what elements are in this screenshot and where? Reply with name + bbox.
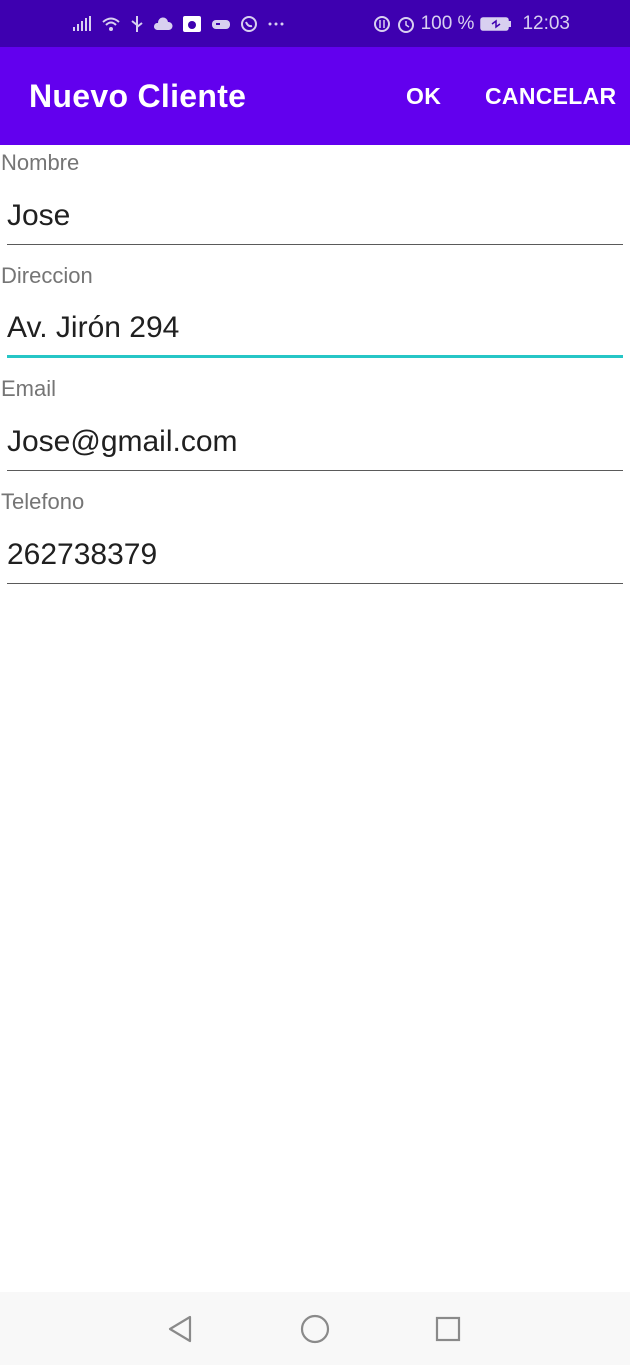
email-input[interactable]: [7, 419, 623, 471]
page-title: Nuevo Cliente: [29, 77, 247, 114]
battery-icon: [480, 16, 512, 32]
notification-icons: [72, 0, 285, 47]
cancel-button[interactable]: CANCELAR: [485, 47, 616, 145]
alarm-icon: [397, 15, 415, 33]
direccion-field: Direccion: [0, 258, 630, 371]
status-bar: 100 % 12:03: [0, 0, 630, 47]
email-field: Email: [0, 371, 630, 484]
telefono-input[interactable]: [7, 532, 623, 584]
more-notifications-icon: [267, 21, 285, 27]
ok-button[interactable]: OK: [406, 47, 441, 145]
nombre-label: Nombre: [1, 150, 80, 175]
email-label: Email: [1, 376, 57, 401]
home-icon[interactable]: [295, 1310, 335, 1348]
client-form: Nombre Direccion Email Telefono: [0, 145, 630, 597]
system-status: 100 % 12:03: [373, 0, 570, 47]
navigation-bar: [0, 1292, 630, 1365]
battery-percent: 100 %: [420, 12, 475, 34]
app-bar: Nuevo Cliente OK CANCELAR: [0, 47, 630, 145]
back-icon[interactable]: [160, 1310, 200, 1348]
cloud-icon: [153, 16, 173, 31]
gamepad-icon: [211, 16, 231, 32]
wifi-icon: [101, 16, 121, 32]
recents-icon[interactable]: [428, 1310, 468, 1348]
telefono-label: Telefono: [1, 489, 85, 514]
direccion-label: Direccion: [1, 263, 93, 288]
usb-icon: [130, 15, 144, 33]
data-saver-icon: [373, 15, 391, 33]
signal-icon: [72, 15, 92, 32]
camera-icon: [182, 15, 202, 33]
telefono-field: Telefono: [0, 484, 630, 597]
nombre-input[interactable]: [7, 193, 623, 245]
direccion-input[interactable]: [7, 306, 623, 358]
clock: 12:03: [522, 12, 570, 34]
nombre-field: Nombre: [0, 145, 630, 258]
whatsapp-icon: [240, 15, 258, 33]
